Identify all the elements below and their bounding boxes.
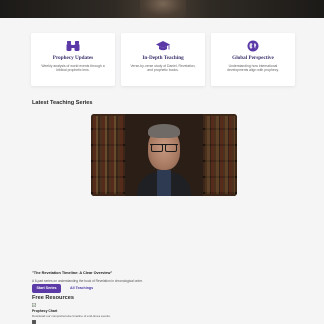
hero-portrait xyxy=(140,0,186,18)
books-right xyxy=(205,116,235,194)
series-title: "The Revelation Timeline: A Clear Overvi… xyxy=(32,271,113,275)
presenter-hair xyxy=(148,124,180,138)
globe-icon xyxy=(247,40,259,52)
presenter-shirt xyxy=(157,170,171,196)
presenter-glasses xyxy=(150,144,178,152)
feature-cards: Prophecy Updates Weekly analysis of worl… xyxy=(31,33,295,86)
resource-icon xyxy=(32,320,36,324)
feature-card-global-perspective: Global Perspective Understanding how int… xyxy=(211,33,295,86)
binoculars-icon xyxy=(66,41,80,51)
series-video-thumbnail[interactable] xyxy=(91,114,237,196)
latest-series-heading: Latest Teaching Series xyxy=(32,100,93,106)
books-left xyxy=(93,116,123,194)
resource-name[interactable]: Prophecy Chart xyxy=(32,309,57,313)
feature-description: Verse-by-verse study of Daniel, Revelati… xyxy=(130,64,196,73)
hero-image-strip xyxy=(0,0,324,18)
broken-image-icon xyxy=(32,303,36,307)
feature-description: Weekly analysis of world events through … xyxy=(41,64,105,73)
resource-description: Download our comprehensive timeline of e… xyxy=(32,314,111,318)
feature-card-in-depth-teaching: In-Depth Teaching Verse-by-verse study o… xyxy=(121,33,205,86)
presenter-portrait xyxy=(133,120,195,196)
series-description: A 6-part series on understanding the boo… xyxy=(32,279,143,283)
feature-title: In-Depth Teaching xyxy=(142,55,184,61)
feature-title: Prophecy Updates xyxy=(52,55,94,61)
start-series-button[interactable]: Start Series xyxy=(32,284,61,293)
graduation-cap-icon xyxy=(156,41,170,51)
feature-card-prophecy-updates: Prophecy Updates Weekly analysis of worl… xyxy=(31,33,115,86)
all-teachings-link[interactable]: All Teachings xyxy=(70,284,93,293)
feature-description: Understanding how international developm… xyxy=(227,64,279,73)
feature-title: Global Perspective xyxy=(232,55,274,61)
free-resources-heading: Free Resources xyxy=(32,295,74,301)
